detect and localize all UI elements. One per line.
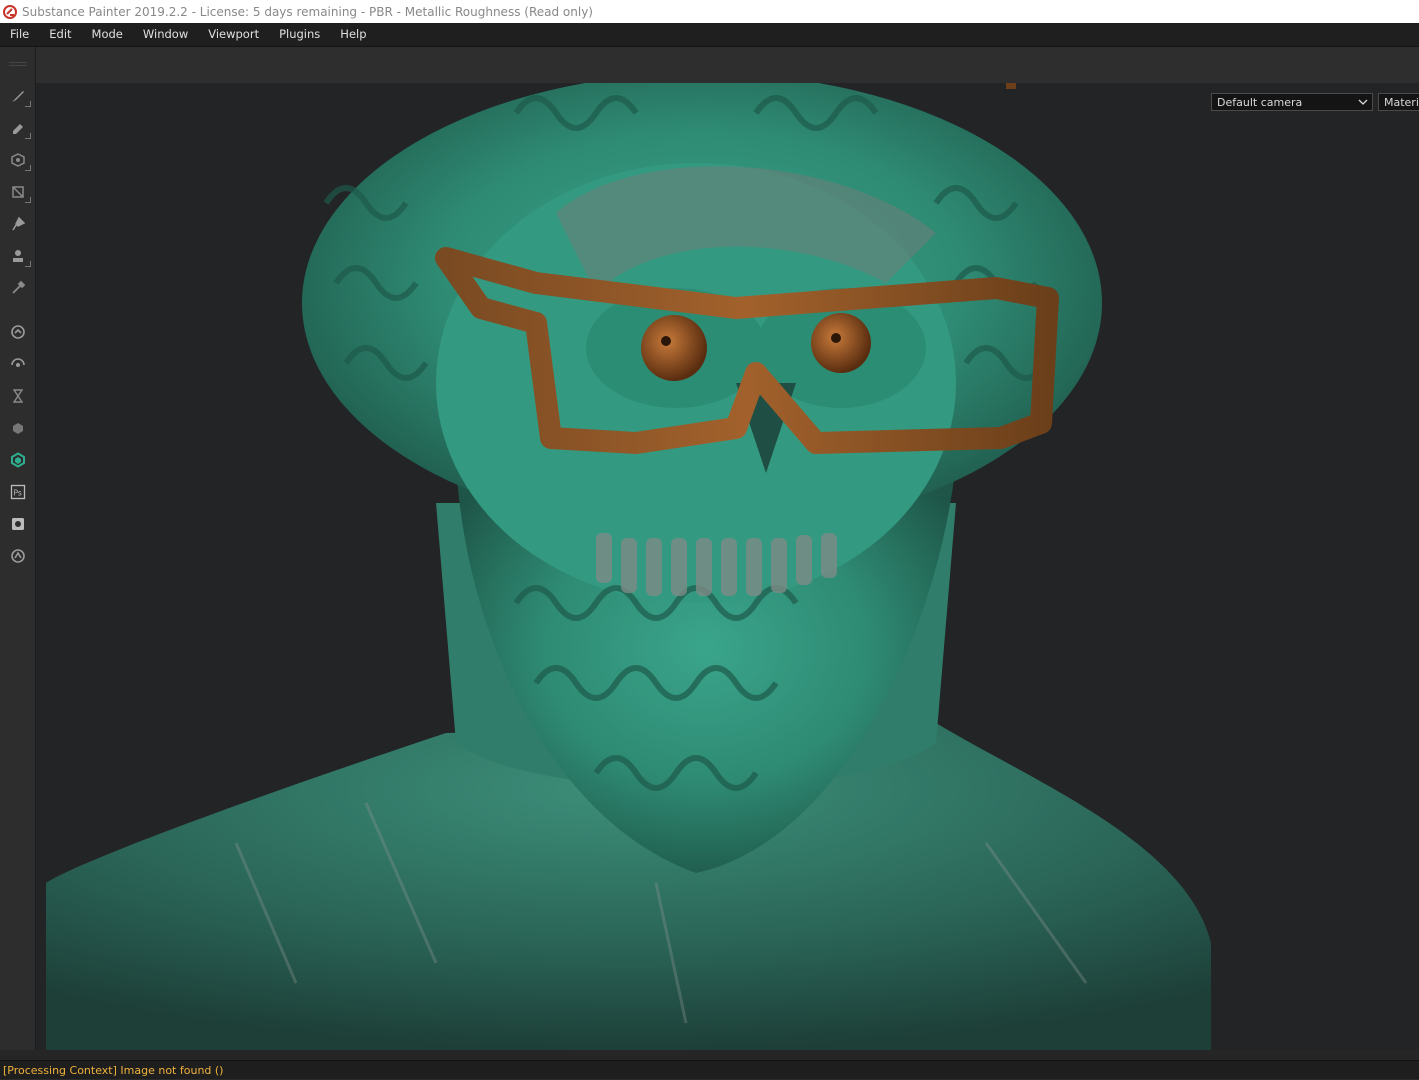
- viewport-toolbar: [36, 47, 1419, 84]
- geometry-fill-tool[interactable]: [4, 179, 32, 205]
- menu-viewport[interactable]: Viewport: [198, 23, 269, 46]
- title-bar: Substance Painter 2019.2.2 - License: 5 …: [0, 0, 1419, 23]
- menu-file[interactable]: File: [0, 23, 39, 46]
- menu-edit[interactable]: Edit: [39, 23, 81, 46]
- menu-mode[interactable]: Mode: [82, 23, 133, 46]
- svg-text:Ps: Ps: [14, 489, 22, 498]
- menu-plugins[interactable]: Plugins: [269, 23, 330, 46]
- 3d-viewport[interactable]: Default camera Materia: [36, 83, 1419, 1050]
- status-message: [Processing Context] Image not found (): [3, 1064, 224, 1077]
- paint-brush-tool[interactable]: [4, 83, 32, 109]
- tool-strip: Ps: [0, 47, 36, 1050]
- clone-stamp-tool[interactable]: [4, 243, 32, 269]
- projection-icon: [11, 153, 25, 167]
- material-mode-select[interactable]: Materia: [1378, 93, 1419, 111]
- color-picker-icon: [12, 280, 26, 294]
- window-title: Substance Painter 2019.2.2 - License: 5 …: [22, 4, 593, 19]
- bake-timer-tool[interactable]: [4, 383, 32, 409]
- eraser-icon: [13, 124, 23, 134]
- camera-select-value: Default camera: [1217, 96, 1303, 109]
- iray-render-icon: [11, 358, 25, 367]
- smudge-tool[interactable]: [4, 211, 32, 237]
- paint-brush-icon: [12, 91, 24, 102]
- projection-tool[interactable]: [4, 147, 32, 173]
- menu-help[interactable]: Help: [330, 23, 376, 46]
- color-picker-tool[interactable]: [4, 275, 32, 301]
- substance-source-tool[interactable]: [4, 415, 32, 441]
- status-bar: [Processing Context] Image not found (): [0, 1060, 1419, 1079]
- menu-window[interactable]: Window: [133, 23, 198, 46]
- status-divider: [0, 1050, 1419, 1060]
- chevron-down-icon: [1358, 99, 1368, 105]
- screenshot-export-tool[interactable]: [4, 511, 32, 537]
- substance-designer-icon: [11, 452, 25, 468]
- photoshop-export-icon: Ps: [10, 484, 26, 500]
- bronze-bust-render: [46, 83, 1211, 1050]
- iray-render-tool[interactable]: [4, 351, 32, 377]
- substance-settings-icon: [11, 549, 25, 563]
- photoshop-export-tool[interactable]: Ps: [4, 479, 32, 505]
- smudge-icon: [12, 216, 26, 231]
- substance-settings-tool[interactable]: [4, 543, 32, 569]
- substance-source-icon: [13, 423, 23, 434]
- substance-share-tool[interactable]: [4, 319, 32, 345]
- screenshot-export-icon: [12, 518, 24, 530]
- eraser-tool[interactable]: [4, 115, 32, 141]
- clone-stamp-icon: [13, 250, 23, 262]
- substance-share-icon: [11, 325, 25, 339]
- substance-painter-logo-icon: [3, 4, 17, 19]
- toolbar-grip[interactable]: [9, 62, 27, 66]
- bake-timer-icon: [12, 389, 24, 403]
- geometry-fill-icon: [12, 186, 24, 198]
- substance-designer-tool[interactable]: [4, 447, 32, 473]
- menu-bar: File Edit Mode Window Viewport Plugins H…: [0, 23, 1419, 47]
- camera-select[interactable]: Default camera: [1211, 93, 1373, 111]
- material-mode-value: Materia: [1384, 96, 1419, 109]
